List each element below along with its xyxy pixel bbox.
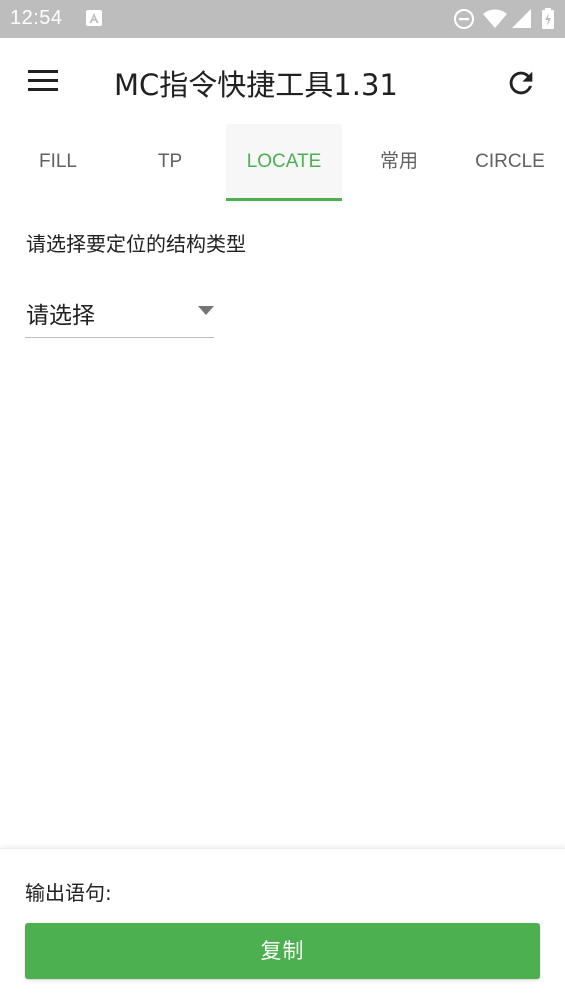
app-title: MC指令快捷工具1.31 <box>114 68 398 102</box>
wifi-icon <box>483 9 507 28</box>
structure-type-dropdown[interactable]: 请选择 <box>25 284 214 338</box>
output-panel: 输出语句: 复制 <box>0 848 565 1004</box>
battery-icon <box>542 8 554 29</box>
tab-common[interactable]: 常用 <box>341 124 457 202</box>
tab-fill[interactable]: FILL <box>0 124 116 202</box>
copy-button[interactable]: 复制 <box>25 923 540 979</box>
structure-type-prompt: 请选择要定位的结构类型 <box>26 232 246 256</box>
caret-down-icon <box>198 306 214 315</box>
status-bar: 12:54 <box>0 0 565 38</box>
status-time: 12:54 <box>10 7 63 29</box>
tab-tp[interactable]: TP <box>112 124 228 202</box>
do-not-disturb-icon <box>454 9 474 29</box>
menu-icon[interactable] <box>24 66 62 96</box>
dropdown-selected-value: 请选择 <box>26 303 95 329</box>
tab-locate[interactable]: LOCATE <box>226 124 342 202</box>
tab-bar: FILL TP LOCATE 常用 CIRCLE <box>0 124 565 202</box>
signal-icon <box>512 9 531 28</box>
refresh-icon[interactable] <box>504 66 538 100</box>
a-notification-icon <box>86 10 102 26</box>
tab-circle[interactable]: CIRCLE <box>455 124 565 202</box>
output-label: 输出语句: <box>25 881 112 905</box>
app-bar: MC指令快捷工具1.31 <box>0 38 565 124</box>
